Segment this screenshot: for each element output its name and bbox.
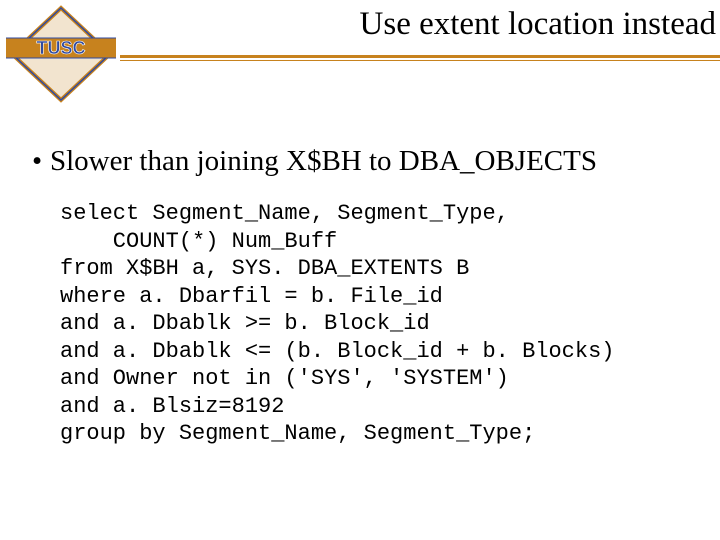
title-divider bbox=[120, 55, 720, 58]
bullet-marker: • bbox=[32, 145, 50, 178]
tusc-logo-svg: TUSC bbox=[6, 4, 116, 104]
code-line: COUNT(*) Num_Buff bbox=[60, 229, 337, 254]
code-line: and a. Blsiz=8192 bbox=[60, 394, 284, 419]
slide-title: Use extent location instead bbox=[300, 6, 716, 43]
tusc-logo: TUSC bbox=[6, 4, 116, 104]
code-line: and a. Dbablk <= (b. Block_id + b. Block… bbox=[60, 339, 615, 364]
code-block: select Segment_Name, Segment_Type, COUNT… bbox=[60, 200, 615, 448]
bullet-item: •Slower than joining X$BH to DBA_OBJECTS bbox=[32, 145, 597, 178]
code-line: and a. Dbablk >= b. Block_id bbox=[60, 311, 430, 336]
code-line: select Segment_Name, Segment_Type, bbox=[60, 201, 509, 226]
code-line: where a. Dbarfil = b. File_id bbox=[60, 284, 443, 309]
bullet-text: Slower than joining X$BH to DBA_OBJECTS bbox=[50, 145, 597, 177]
slide: TUSC Use extent location instead •Slower… bbox=[0, 0, 720, 540]
code-line: from X$BH a, SYS. DBA_EXTENTS B bbox=[60, 256, 469, 281]
tusc-logo-text: TUSC bbox=[37, 38, 86, 58]
code-line: group by Segment_Name, Segment_Type; bbox=[60, 421, 535, 446]
title-divider-thin bbox=[120, 60, 720, 61]
code-line: and Owner not in ('SYS', 'SYSTEM') bbox=[60, 366, 509, 391]
